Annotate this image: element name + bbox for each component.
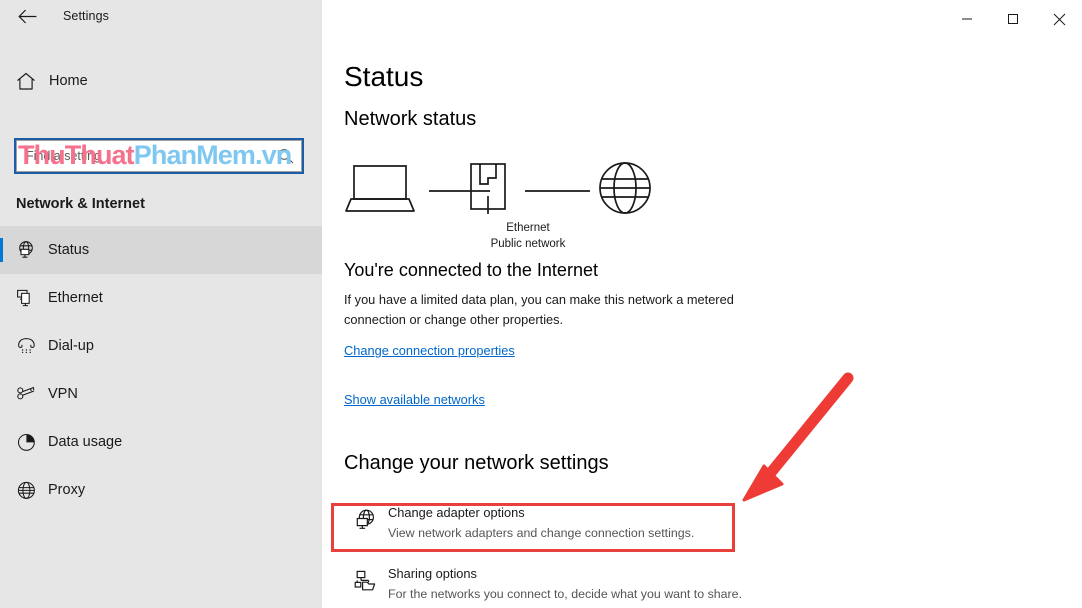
sidebar-item-label-data-usage: Data usage — [48, 434, 123, 450]
sidebar-item-dialup[interactable]: Dial-up — [0, 322, 322, 370]
sidebar: Home Find a setting ThuThuat PhanMem.vn N… — [0, 38, 322, 608]
option-change-adapter-options[interactable]: Change adapter options View network adap… — [344, 504, 844, 552]
window-controls — [944, 0, 1082, 38]
sidebar-item-label-ethernet: Ethernet — [48, 290, 103, 306]
option-text-block: Change adapter options View network adap… — [388, 504, 694, 542]
share-folder-icon — [344, 565, 388, 593]
search-input[interactable]: Find a setting — [16, 140, 302, 172]
network-diagram-caption: Ethernet Public network — [438, 220, 618, 252]
sidebar-item-label-home: Home — [49, 73, 88, 89]
network-diagram: Ethernet Public network — [340, 158, 680, 263]
option-title: Sharing options — [388, 566, 477, 581]
connection-status-heading: You're connected to the Internet — [344, 260, 598, 280]
pie-chart-icon — [4, 432, 48, 453]
globe-monitor-icon — [344, 504, 388, 532]
window-title: Settings — [63, 9, 109, 23]
option-text-block: Sharing options For the networks you con… — [388, 565, 742, 603]
main-content: Status Network status Ethernet Public ne… — [322, 38, 1082, 608]
settings-window: Settings Home Find a setting ThuThuat Ph… — [0, 0, 1082, 608]
dialup-phone-icon — [4, 336, 48, 357]
option-subtitle: View network adapters and change connect… — [388, 526, 695, 540]
ethernet-port-icon — [470, 163, 506, 214]
minimize-button[interactable] — [944, 0, 990, 38]
back-arrow-icon — [17, 9, 37, 29]
ethernet-monitor-icon — [4, 288, 48, 309]
network-status-heading: Network status — [344, 108, 477, 130]
sidebar-item-data-usage[interactable]: Data usage — [0, 418, 322, 466]
search-container: Find a setting ThuThuat PhanMem.vn — [14, 138, 304, 174]
title-bar: Settings — [0, 0, 1082, 38]
sidebar-item-status[interactable]: Status — [0, 226, 322, 274]
globe-monitor-icon — [4, 240, 48, 261]
connection-description: If you have a limited data plan, you can… — [344, 292, 734, 327]
sidebar-item-vpn[interactable]: VPN — [0, 370, 322, 418]
maximize-button[interactable] — [990, 0, 1036, 38]
link-show-available-networks[interactable]: Show available networks — [344, 392, 485, 407]
sidebar-nav-list: Status Ethernet Dial-up VPN Data usage P… — [0, 226, 322, 514]
home-icon — [4, 72, 48, 91]
sidebar-item-proxy[interactable]: Proxy — [0, 466, 322, 514]
globe-icon — [4, 480, 48, 501]
search-placeholder: Find a setting — [26, 149, 102, 163]
option-title: Change adapter options — [388, 505, 525, 520]
option-sharing-options[interactable]: Sharing options For the networks you con… — [344, 565, 844, 608]
sidebar-item-label-dialup: Dial-up — [48, 338, 94, 354]
sidebar-item-ethernet[interactable]: Ethernet — [0, 274, 322, 322]
selection-accent-bar — [0, 238, 3, 262]
close-button[interactable] — [1036, 0, 1082, 38]
option-subtitle: For the networks you connect to, decide … — [388, 587, 743, 601]
vpn-key-icon — [4, 384, 48, 405]
sidebar-item-label-status: Status — [48, 242, 90, 258]
sidebar-category-title: Network & Internet — [16, 196, 145, 212]
search-icon[interactable] — [278, 148, 294, 169]
laptop-icon — [345, 165, 415, 212]
page-title: Status — [344, 61, 424, 92]
change-network-settings-heading: Change your network settings — [344, 452, 609, 474]
link-change-connection-properties[interactable]: Change connection properties — [344, 343, 515, 358]
network-profile: Public network — [490, 238, 566, 250]
sidebar-item-label-proxy: Proxy — [48, 482, 86, 498]
maximize-icon — [1007, 13, 1019, 25]
minimize-icon — [961, 13, 973, 25]
back-button[interactable] — [12, 5, 42, 33]
sidebar-item-home[interactable]: Home — [0, 62, 322, 100]
close-icon — [1053, 13, 1066, 26]
sidebar-item-label-vpn: VPN — [48, 386, 78, 402]
adapter-name: Ethernet — [506, 222, 550, 234]
globe-icon — [599, 162, 651, 214]
